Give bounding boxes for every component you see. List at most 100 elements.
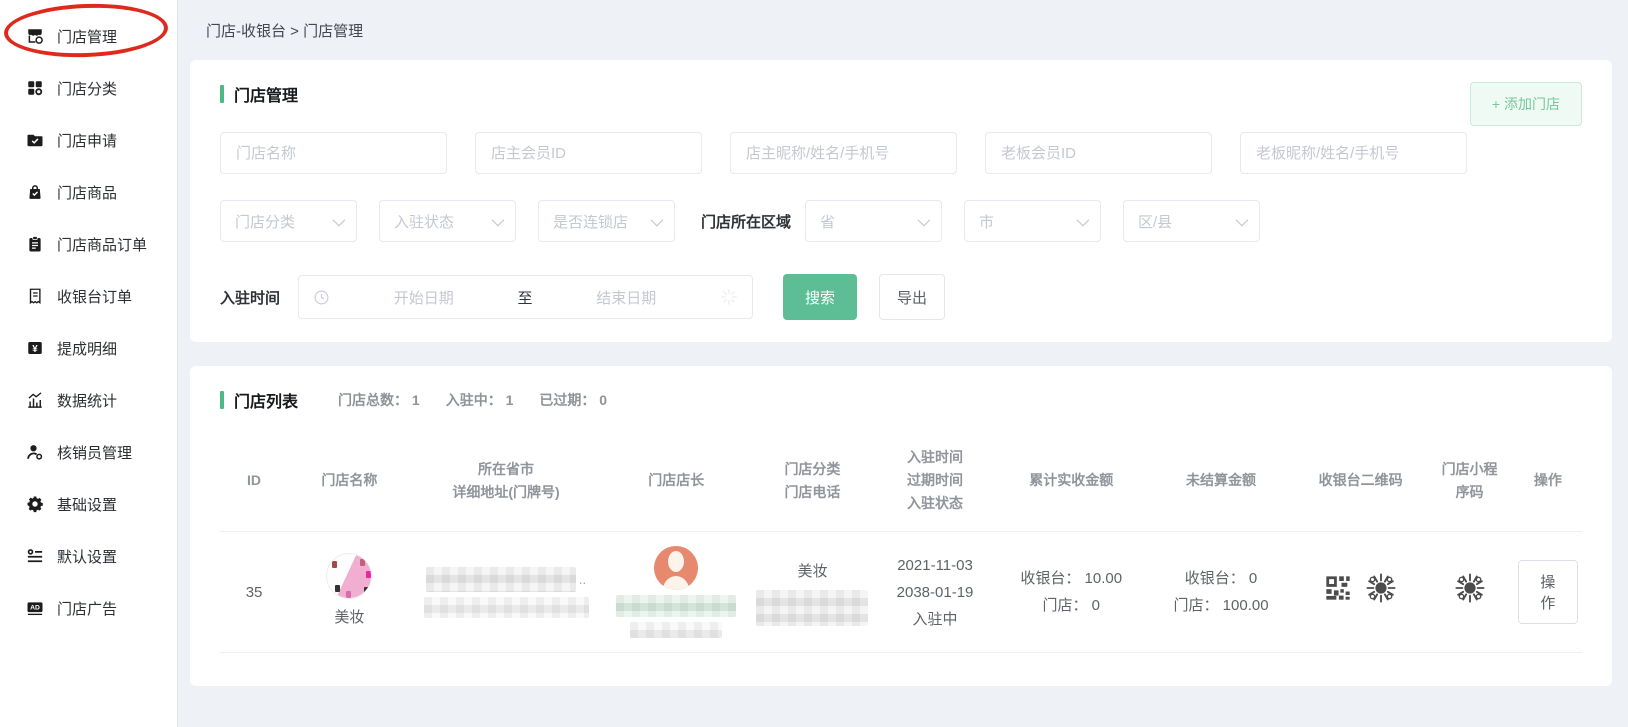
address-ellipsis: .. <box>579 568 586 591</box>
select-placeholder: 入驻状态 <box>394 211 454 232</box>
sidebar-item-label: 门店分类 <box>57 78 117 99</box>
select-placeholder: 市 <box>979 211 994 232</box>
header-cashier-qr: 收银台二维码 <box>1296 430 1425 532</box>
sidebar-item-label: 门店管理 <box>57 26 117 47</box>
header-address: 所在省市 详细地址(门牌号) <box>411 430 602 532</box>
select-placeholder: 省 <box>820 211 835 232</box>
export-button[interactable]: 导出 <box>879 274 945 320</box>
stat-expired: 已过期： 0 <box>539 390 607 410</box>
owner-nickname-input[interactable] <box>730 132 957 174</box>
header-store-name: 门店名称 <box>288 430 411 532</box>
store-avatar <box>326 553 372 599</box>
select-placeholder: 门店分类 <box>235 211 295 232</box>
store-list-card: 门店列表 门店总数： 1 入驻中： 1 已过期： 0 ID 门店名称 所在省市 … <box>190 366 1612 686</box>
folder-check-icon <box>26 131 44 149</box>
sidebar-item-commission-details[interactable]: ¥ 提成明细 <box>0 322 177 374</box>
boss-nickname-input[interactable] <box>1240 132 1467 174</box>
cell-store-name: 美妆 <box>288 532 411 653</box>
sidebar-item-store-goods-orders[interactable]: 门店商品订单 <box>0 218 177 270</box>
sidebar-item-label: 收银台订单 <box>57 286 132 307</box>
sidebar-item-verifier-management[interactable]: 核销员管理 <box>0 426 177 478</box>
stat-active: 入驻中： 1 <box>446 390 514 410</box>
boss-member-id-input[interactable] <box>985 132 1212 174</box>
cell-address: .. <box>411 532 602 653</box>
loading-spinner-icon <box>720 288 738 306</box>
start-date-placeholder: 开始日期 <box>330 287 518 308</box>
store-name-input[interactable] <box>220 132 447 174</box>
breadcrumb: 门店-收银台 > 门店管理 <box>190 0 1612 60</box>
search-button[interactable]: 搜索 <box>783 274 857 320</box>
user-gear-icon <box>26 443 44 461</box>
region-label: 门店所在区域 <box>701 211 791 232</box>
district-select[interactable]: 区/县 <box>1123 200 1260 242</box>
join-date: 2021-11-03 <box>878 552 993 579</box>
cell-join-status: 2021-11-03 2038-01-19 入驻中 <box>874 532 997 653</box>
chevron-down-icon <box>1077 213 1090 226</box>
sidebar: 门店管理 门店分类 门店申请 门店商品 门店商品订单 收银台订单 ¥ 提成明细 … <box>0 0 178 727</box>
cashier-miniprogram-code-icon[interactable] <box>1364 571 1398 614</box>
svg-text:¥: ¥ <box>32 344 38 355</box>
table-row: 35 美妆 .. <box>220 532 1582 653</box>
cashier-qr-code-icon[interactable] <box>1324 574 1352 611</box>
sidebar-item-data-statistics[interactable]: 数据统计 <box>0 374 177 426</box>
header-id: ID <box>220 430 288 532</box>
sidebar-item-store-ads[interactable]: AD 门店广告 <box>0 582 177 634</box>
sidebar-item-store-category[interactable]: 门店分类 <box>0 62 177 114</box>
header-unsettled: 未结算金额 <box>1146 430 1296 532</box>
censored-address-line1 <box>426 567 576 592</box>
row-action-button[interactable]: 操作 <box>1518 560 1578 624</box>
sidebar-item-store-management[interactable]: 门店管理 <box>0 10 177 62</box>
unsettled-cashier: 收银台： 0 <box>1150 565 1292 592</box>
censored-manager-name <box>616 595 736 617</box>
settings-list-icon <box>26 547 44 565</box>
city-select[interactable]: 市 <box>964 200 1101 242</box>
sidebar-item-basic-settings[interactable]: 基础设置 <box>0 478 177 530</box>
sidebar-item-store-goods[interactable]: 门店商品 <box>0 166 177 218</box>
chevron-down-icon <box>918 213 931 226</box>
storefront-icon <box>26 27 44 45</box>
receipt-icon <box>26 287 44 305</box>
sidebar-item-label: 数据统计 <box>57 390 117 411</box>
select-placeholder: 是否连锁店 <box>553 211 628 232</box>
filter-row-1 <box>220 132 1582 174</box>
store-miniprogram-code-icon[interactable] <box>1453 592 1487 609</box>
sidebar-item-label: 核销员管理 <box>57 442 132 463</box>
main-content: 门店-收银台 > 门店管理 门店管理 + 添加门店 门店分类 入驻状态 是 <box>178 0 1628 727</box>
cell-cashier-qr <box>1296 532 1425 653</box>
expire-date: 2038-01-19 <box>878 579 993 606</box>
owner-member-id-input[interactable] <box>475 132 702 174</box>
status-badge: 入驻中 <box>878 606 993 633</box>
date-range-input[interactable]: 开始日期 至 结束日期 <box>298 275 753 319</box>
chevron-down-icon <box>651 213 664 226</box>
sidebar-item-label: 门店商品 <box>57 182 117 203</box>
cell-category-phone: 美妆 <box>751 532 874 653</box>
cell-unsettled: 收银台： 0 门店： 100.00 <box>1146 532 1296 653</box>
shopping-bag-check-icon <box>26 183 44 201</box>
section-title-row: 门店管理 <box>220 82 1582 106</box>
censored-manager-extra <box>630 622 722 638</box>
cell-actions: 操作 <box>1514 532 1582 653</box>
bar-chart-icon <box>26 391 44 409</box>
select-placeholder: 区/县 <box>1138 211 1172 232</box>
store-name-text: 美妆 <box>334 604 364 631</box>
sidebar-item-label: 门店申请 <box>57 130 117 151</box>
date-separator: 至 <box>518 287 533 308</box>
sidebar-item-label: 门店广告 <box>57 598 117 619</box>
sidebar-item-cashier-orders[interactable]: 收银台订单 <box>0 270 177 322</box>
chain-store-select[interactable]: 是否连锁店 <box>538 200 675 242</box>
cell-miniprogram-qr <box>1425 532 1514 653</box>
store-category-select[interactable]: 门店分类 <box>220 200 357 242</box>
join-time-label: 入驻时间 <box>220 287 280 308</box>
chevron-down-icon <box>333 213 346 226</box>
sidebar-item-store-application[interactable]: 门店申请 <box>0 114 177 166</box>
cell-manager <box>601 532 751 653</box>
unsettled-store: 门店： 100.00 <box>1150 592 1292 619</box>
add-store-button[interactable]: + 添加门店 <box>1470 82 1582 126</box>
store-stats: 门店总数： 1 入驻中： 1 已过期： 0 <box>338 390 607 410</box>
province-select[interactable]: 省 <box>805 200 942 242</box>
sidebar-item-label: 门店商品订单 <box>57 234 147 255</box>
category-text: 美妆 <box>797 558 827 585</box>
sidebar-item-default-settings[interactable]: 默认设置 <box>0 530 177 582</box>
settle-status-select[interactable]: 入驻状态 <box>379 200 516 242</box>
sidebar-item-label: 提成明细 <box>57 338 117 359</box>
